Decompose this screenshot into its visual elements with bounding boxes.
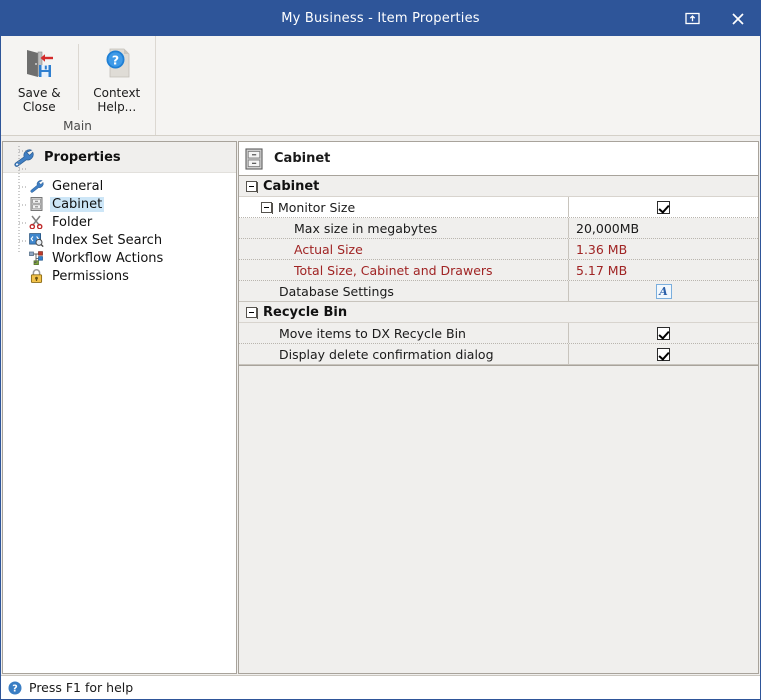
sidebar-item-workflow-actions-label: Workflow Actions — [52, 250, 164, 266]
panel-title: Cabinet — [274, 151, 331, 166]
restore-window-icon[interactable] — [670, 1, 715, 36]
sidebar-item-cabinet[interactable]: Cabinet — [3, 195, 236, 213]
row-name-monitor-size: Monitor Size — [239, 197, 569, 217]
row-name-database-settings: Database Settings — [239, 281, 569, 301]
padlock-icon — [27, 268, 45, 284]
grid-category-cabinet-label: Cabinet — [263, 178, 320, 194]
svg-text:?: ? — [112, 52, 119, 67]
table-row[interactable]: Display delete confirmation dialog — [239, 344, 758, 365]
cabinet-icon — [27, 196, 45, 212]
row-name-move-items-recycle-bin: Move items to DX Recycle Bin — [239, 323, 569, 343]
sidebar-item-permissions-label: Permissions — [52, 268, 129, 284]
table-row[interactable]: Monitor Size — [239, 197, 758, 218]
display-delete-confirmation-checkbox[interactable] — [657, 347, 670, 361]
row-label: Actual Size — [294, 241, 363, 257]
row-label: Monitor Size — [278, 199, 356, 215]
row-label: Max size in megabytes — [294, 220, 438, 236]
sidebar-item-index-set-search[interactable]: Index Set Search — [3, 231, 236, 249]
svg-text:?: ? — [12, 683, 18, 694]
close-icon[interactable] — [715, 1, 760, 36]
row-name-max-size: Max size in megabytes — [239, 218, 569, 238]
help-circle-icon: ? — [8, 681, 22, 695]
ribbon-group-label: Main — [63, 119, 92, 133]
status-bar-text: Press F1 for help — [29, 680, 134, 695]
cabinet-icon — [245, 147, 265, 170]
save-and-close-line1: Save & — [17, 86, 61, 100]
sidebar-item-general[interactable]: General — [3, 177, 236, 195]
row-name-actual-size: Actual Size — [239, 239, 569, 259]
grid-category-cabinet[interactable]: Cabinet — [239, 176, 758, 197]
index-search-icon — [27, 232, 45, 248]
database-settings-editor-button[interactable]: A — [655, 283, 672, 299]
row-value-move-items-recycle-bin — [569, 323, 758, 343]
grid-category-recycle-bin[interactable]: Recycle Bin — [239, 302, 758, 323]
properties-grid: Cabinet Monitor Size Max size in megabyt… — [239, 176, 758, 366]
row-value-total-size: 5.17 MB — [576, 262, 628, 278]
item-properties-window: My Business - Item Properties Save & Clo… — [0, 0, 761, 700]
context-help-line2: Help... — [97, 100, 137, 114]
table-row[interactable]: Max size in megabytes 20,000MB — [239, 218, 758, 239]
monitor-size-checkbox[interactable] — [657, 200, 670, 214]
row-label: Total Size, Cabinet and Drawers — [294, 262, 493, 278]
sidebar-item-folder[interactable]: Folder — [3, 213, 236, 231]
table-row[interactable]: Move items to DX Recycle Bin — [239, 323, 758, 344]
table-row[interactable]: Actual Size 1.36 MB — [239, 239, 758, 260]
title-bar: My Business - Item Properties — [1, 1, 760, 36]
sidebar-item-permissions[interactable]: Permissions — [3, 267, 236, 285]
save-and-close-button[interactable]: Save & Close — [1, 36, 78, 116]
row-name-display-delete-confirmation: Display delete confirmation dialog — [239, 344, 569, 364]
save-and-close-icon — [22, 44, 56, 82]
workflow-icon — [27, 250, 45, 266]
properties-sidebar: Properties General Cabinet Folder Index … — [2, 141, 237, 674]
ribbon-group-main: Save & Close ? Context Help... Main — [1, 36, 156, 135]
sidebar-item-workflow-actions[interactable]: Workflow Actions — [3, 249, 236, 267]
sidebar-item-cabinet-label: Cabinet — [50, 196, 105, 212]
context-help-label: Context Help... — [93, 86, 140, 114]
sidebar-header: Properties — [3, 142, 236, 173]
row-name-total-size: Total Size, Cabinet and Drawers — [239, 260, 569, 280]
row-label: Database Settings — [279, 283, 394, 299]
context-help-line1: Context — [93, 86, 141, 100]
sidebar-title: Properties — [44, 149, 121, 165]
grid-category-recycle-bin-label: Recycle Bin — [263, 304, 348, 320]
sidebar-item-folder-label: Folder — [52, 214, 93, 230]
save-and-close-label: Save & Close — [18, 86, 61, 114]
window-body: Properties General Cabinet Folder Index … — [1, 137, 760, 678]
ribbon-toolbar: Save & Close ? Context Help... Main — [1, 36, 760, 136]
window-controls — [670, 1, 760, 36]
row-label: Move items to DX Recycle Bin — [279, 325, 466, 341]
sidebar-item-general-label: General — [52, 178, 104, 194]
context-help-button[interactable]: ? Context Help... — [79, 36, 156, 116]
properties-tree: General Cabinet Folder Index Set Search … — [3, 146, 236, 285]
row-value-max-size[interactable]: 20,000MB — [569, 218, 758, 238]
panel-header: Cabinet — [239, 142, 758, 176]
table-row[interactable]: Database Settings A — [239, 281, 758, 302]
scissors-icon — [27, 214, 45, 230]
context-help-icon: ? — [100, 44, 134, 82]
save-and-close-line2: Close — [22, 100, 56, 114]
row-value-display-delete-confirmation — [569, 344, 758, 364]
properties-panel: Cabinet Cabinet Monitor Size Max size in… — [238, 141, 759, 674]
collapse-monitor-size-icon[interactable] — [261, 201, 273, 214]
status-bar: ? Press F1 for help — [1, 675, 760, 699]
table-row[interactable]: Total Size, Cabinet and Drawers 5.17 MB — [239, 260, 758, 281]
row-label: Display delete confirmation dialog — [279, 346, 494, 362]
row-value-actual-size: 1.36 MB — [576, 241, 628, 257]
collapse-recycle-bin-icon[interactable] — [246, 306, 258, 319]
row-value-monitor-size — [569, 197, 758, 217]
wrench-icon — [12, 147, 34, 167]
row-value-database-settings: A — [569, 281, 758, 301]
sidebar-item-index-set-search-label: Index Set Search — [52, 232, 163, 248]
wrench-icon — [27, 178, 45, 194]
window-title: My Business - Item Properties — [281, 11, 480, 26]
collapse-cabinet-icon[interactable] — [246, 180, 258, 193]
move-items-checkbox[interactable] — [657, 326, 670, 340]
